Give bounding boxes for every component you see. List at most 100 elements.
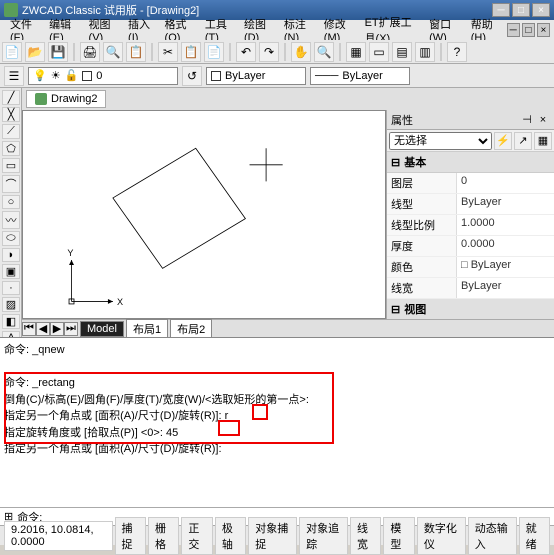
prop-key: 厚度 — [387, 236, 457, 256]
layer-prev-icon[interactable]: ↺ — [182, 66, 202, 86]
props-icon[interactable]: ▦ — [346, 42, 366, 62]
status-ready[interactable]: 就绪 — [519, 517, 550, 555]
collapse-icon: ⊟ — [391, 303, 400, 316]
tab-layout1[interactable]: 布局1 — [126, 319, 168, 339]
close-button[interactable]: × — [532, 3, 550, 17]
circle-icon[interactable]: ○ — [2, 195, 20, 209]
prop-val[interactable]: □ ByLayer — [457, 257, 554, 277]
prop-close-icon[interactable]: × — [536, 113, 550, 127]
block-icon[interactable]: ▣ — [2, 264, 20, 279]
preview-icon[interactable]: 🔍 — [103, 42, 123, 62]
status-snap[interactable]: 捕捉 — [115, 517, 146, 555]
publish-icon[interactable]: 📋 — [126, 42, 146, 62]
polyline-icon[interactable]: ⟋ — [2, 124, 20, 139]
highlight-box-r — [252, 404, 268, 420]
selection-dropdown[interactable]: 无选择 — [389, 132, 492, 150]
hatch-icon[interactable]: ▨ — [2, 297, 20, 312]
open-icon[interactable]: 📂 — [25, 42, 45, 62]
prop-row[interactable]: 线型比例1.0000 — [387, 215, 554, 236]
status-ortho[interactable]: 正交 — [181, 517, 212, 555]
new-icon[interactable]: 📄 — [2, 42, 22, 62]
paste-icon[interactable]: 📄 — [204, 42, 224, 62]
layout-nav-first[interactable]: ⏮ — [22, 322, 36, 336]
xline-icon[interactable]: ╳ — [2, 107, 20, 122]
layout-nav-next[interactable]: ▶ — [50, 322, 64, 336]
layout-nav-last[interactable]: ⏭ — [64, 322, 78, 336]
toggle-pim-icon[interactable]: ▦ — [534, 132, 552, 150]
drawing-canvas[interactable]: XY — [22, 110, 386, 319]
cmd-line: 命令: _qnew — [4, 342, 550, 359]
prop-key: 颜色 — [387, 257, 457, 277]
doc-tab-label: Drawing2 — [51, 93, 97, 105]
ucs-icon: XY — [67, 248, 123, 307]
help-icon[interactable]: ? — [447, 42, 467, 62]
color-label: ByLayer — [225, 70, 265, 82]
linetype-selector[interactable]: ───ByLayer — [310, 67, 410, 85]
copy-icon[interactable]: 📋 — [181, 42, 201, 62]
prop-val[interactable]: ByLayer — [457, 194, 554, 214]
rectangle-icon[interactable]: ▭ — [2, 158, 20, 173]
layer-toolbar: ☰ 💡☀🔓0 ↺ ByLayer ───ByLayer — [0, 64, 554, 88]
prop-category[interactable]: ⊟视图 — [387, 299, 554, 319]
line-icon[interactable]: ╱ — [2, 90, 20, 105]
ellipse-icon[interactable]: ⬭ — [2, 231, 20, 246]
layer-manager-icon[interactable]: ☰ — [4, 66, 24, 86]
highlight-box-outer — [4, 372, 334, 444]
ellipse-arc-icon[interactable]: ◗ — [2, 248, 20, 262]
point-icon[interactable]: · — [2, 281, 20, 295]
prop-val[interactable]: 0 — [457, 173, 554, 193]
layout-nav-prev[interactable]: ◀ — [36, 322, 50, 336]
status-lwt[interactable]: 线宽 — [350, 517, 381, 555]
doc-minimize-button[interactable]: ─ — [507, 23, 520, 37]
status-dyn[interactable]: 动态输入 — [468, 517, 517, 555]
prop-row[interactable]: 线宽ByLayer — [387, 278, 554, 299]
redo-icon[interactable]: ↷ — [259, 42, 279, 62]
menubar: 文件(F) 编辑(E) 视图(V) 插入(I) 格式(O) 工具(T) 绘图(D… — [0, 20, 554, 40]
tab-layout2[interactable]: 布局2 — [170, 319, 212, 339]
region-icon[interactable]: ◧ — [2, 314, 20, 329]
select-object-icon[interactable]: ↗ — [514, 132, 532, 150]
arc-icon[interactable]: ⌒ — [2, 175, 20, 193]
status-grid[interactable]: 栅格 — [148, 517, 179, 555]
prop-pin-icon[interactable]: ⊣ — [520, 113, 534, 127]
doc-close-button[interactable]: × — [537, 23, 550, 37]
polygon-icon[interactable]: ⬠ — [2, 141, 20, 156]
status-polar[interactable]: 极轴 — [215, 517, 246, 555]
prop-row[interactable]: 线型ByLayer — [387, 194, 554, 215]
statusbar: 9.2016, 10.0814, 0.0000 捕捉 栅格 正交 极轴 对象捕捉… — [0, 525, 554, 545]
color-selector[interactable]: ByLayer — [206, 67, 306, 85]
status-otrack[interactable]: 对象追踪 — [299, 517, 348, 555]
tool1-icon[interactable]: ▭ — [369, 42, 389, 62]
doc-tab-row: Drawing2 — [22, 88, 554, 110]
cut-icon[interactable]: ✂ — [158, 42, 178, 62]
prop-key: 图层 — [387, 173, 457, 193]
pan-icon[interactable]: ✋ — [291, 42, 311, 62]
prop-category[interactable]: ⊟基本 — [387, 152, 554, 173]
prop-val[interactable]: 0.0000 — [457, 236, 554, 256]
prop-title: 属性 — [391, 112, 413, 128]
status-tablet[interactable]: 数字化仪 — [417, 517, 466, 555]
spline-icon[interactable]: 〰 — [2, 211, 20, 229]
rotated-rectangle — [113, 148, 245, 268]
maximize-button[interactable]: □ — [512, 3, 530, 17]
status-osnap[interactable]: 对象捕捉 — [248, 517, 297, 555]
tool3-icon[interactable]: ▥ — [415, 42, 435, 62]
prop-row[interactable]: 厚度0.0000 — [387, 236, 554, 257]
print-icon[interactable]: 🖨 — [80, 42, 100, 62]
status-model[interactable]: 模型 — [383, 517, 414, 555]
prop-row[interactable]: 颜色□ ByLayer — [387, 257, 554, 278]
tab-model[interactable]: Model — [80, 321, 124, 337]
prop-key: 线宽 — [387, 278, 457, 298]
zoom-icon[interactable]: 🔍 — [314, 42, 334, 62]
prop-val[interactable]: 1.0000 — [457, 215, 554, 235]
doc-maximize-button[interactable]: □ — [522, 23, 535, 37]
prop-val[interactable]: ByLayer — [457, 278, 554, 298]
prop-row[interactable]: 图层0 — [387, 173, 554, 194]
tool2-icon[interactable]: ▤ — [392, 42, 412, 62]
undo-icon[interactable]: ↶ — [236, 42, 256, 62]
doc-tab[interactable]: Drawing2 — [26, 90, 106, 108]
cursor-crosshair — [250, 148, 283, 181]
quickselect-icon[interactable]: ⚡ — [494, 132, 512, 150]
layer-selector[interactable]: 💡☀🔓0 — [28, 67, 178, 85]
save-icon[interactable]: 💾 — [48, 42, 68, 62]
